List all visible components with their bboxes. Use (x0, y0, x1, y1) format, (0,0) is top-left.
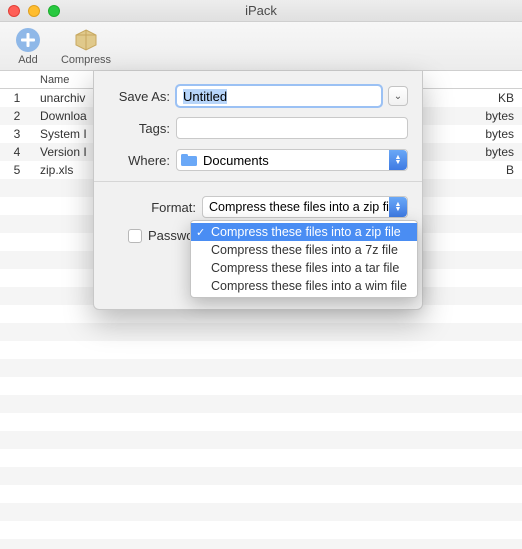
folder-icon (181, 153, 197, 167)
where-select[interactable]: Documents ▲▼ (176, 149, 408, 171)
checkmark-icon: ✓ (196, 226, 205, 239)
row-index: 3 (0, 127, 34, 141)
chevron-down-icon: ⌄ (394, 91, 402, 102)
save-as-label: Save As: (108, 89, 170, 104)
format-label: Format: (108, 200, 196, 215)
format-select[interactable]: Compress these files into a zip file ▲▼ (202, 196, 408, 218)
format-option-label: Compress these files into a 7z file (211, 243, 398, 257)
toolbar: Add Compress (0, 22, 522, 71)
compress-label: Compress (61, 54, 111, 66)
row-size: B (467, 163, 522, 177)
row-index: 2 (0, 109, 34, 123)
tags-input[interactable] (176, 117, 408, 139)
add-label: Add (18, 54, 38, 66)
format-option-label: Compress these files into a tar file (211, 261, 399, 275)
row-index: 4 (0, 145, 34, 159)
titlebar: iPack (0, 0, 522, 22)
row-size: bytes (467, 109, 522, 123)
row-index: 5 (0, 163, 34, 177)
plus-circle-icon (14, 26, 42, 54)
where-value: Documents (203, 153, 269, 168)
tags-label: Tags: (108, 121, 170, 136)
window-title: iPack (0, 3, 522, 18)
row-size: bytes (467, 145, 522, 159)
format-option[interactable]: ✓ Compress these files into a zip file (191, 223, 417, 241)
format-dropdown-menu: ✓ Compress these files into a zip file C… (190, 220, 418, 298)
box-icon (72, 26, 100, 54)
row-size: KB (467, 91, 522, 105)
password-checkbox[interactable] (128, 229, 142, 243)
expand-button[interactable]: ⌄ (388, 86, 408, 106)
format-option-label: Compress these files into a wim file (211, 279, 407, 293)
updown-icon: ▲▼ (389, 150, 407, 170)
format-value: Compress these files into a zip file (209, 200, 399, 214)
format-option[interactable]: Compress these files into a tar file (191, 259, 417, 277)
format-option[interactable]: Compress these files into a 7z file (191, 241, 417, 259)
format-option[interactable]: Compress these files into a wim file (191, 277, 417, 295)
where-label: Where: (108, 153, 170, 168)
updown-icon: ▲▼ (389, 197, 407, 217)
compress-button[interactable]: Compress (62, 26, 110, 66)
format-option-label: Compress these files into a zip file (211, 225, 401, 239)
row-index: 1 (0, 91, 34, 105)
add-button[interactable]: Add (4, 26, 52, 66)
divider (94, 181, 422, 182)
row-size: bytes (467, 127, 522, 141)
save-as-input[interactable] (176, 85, 382, 107)
